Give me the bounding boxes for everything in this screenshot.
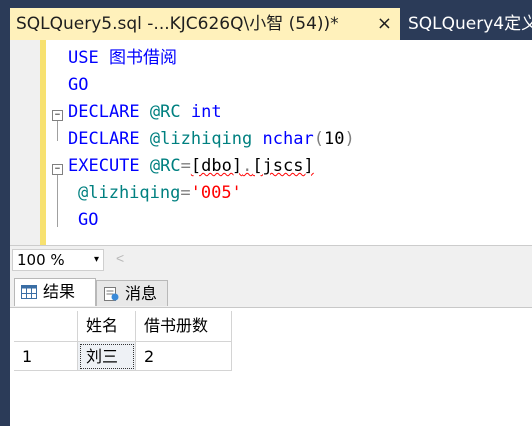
scroll-left-icon[interactable]: < bbox=[116, 250, 124, 266]
grid-icon bbox=[21, 285, 37, 299]
table-cell[interactable]: 刘三 bbox=[78, 342, 136, 371]
zoom-bar: 100 % ▾ < bbox=[10, 245, 532, 274]
tab-title: SQLQuery4定义 bbox=[408, 14, 532, 34]
column-header-count[interactable]: 借书册数 bbox=[136, 311, 232, 342]
zoom-value: 100 % bbox=[17, 251, 65, 269]
code-line-1: USE 图书借阅 bbox=[68, 48, 177, 68]
tab-messages-label: 消息 bbox=[125, 284, 158, 303]
tab-sqlquery5[interactable]: SQLQuery5.sql -...KJC626Q\小智 (54))* × bbox=[10, 8, 400, 40]
document-tab-strip: SQLQuery5.sql -...KJC626Q\小智 (54))* × SQ… bbox=[0, 0, 532, 40]
code-line-2: GO bbox=[68, 75, 89, 95]
column-header-name[interactable]: 姓名 bbox=[78, 311, 136, 342]
close-icon[interactable]: × bbox=[377, 8, 392, 40]
code-line-5: EXECUTE @RC=[dbo].[jscs] bbox=[68, 156, 314, 176]
results-grid: 姓名 借书册数 1 刘三 2 bbox=[10, 307, 532, 426]
row-number[interactable]: 1 bbox=[14, 342, 78, 371]
results-tab-strip: 结果 消息 bbox=[10, 273, 532, 307]
tab-results-label: 结果 bbox=[43, 282, 76, 301]
zoom-dropdown[interactable]: 100 % ▾ bbox=[12, 249, 104, 271]
tab-title: SQLQuery5.sql -...KJC626Q\小智 (54))* bbox=[16, 14, 339, 34]
message-icon bbox=[104, 287, 119, 301]
code-area[interactable]: USE 图书借阅 GO DECLARE @RC int DECLARE @liz… bbox=[46, 40, 532, 245]
tab-messages[interactable]: 消息 bbox=[96, 280, 168, 306]
code-line-6: @lizhiqing='005' bbox=[78, 183, 242, 203]
chevron-down-icon[interactable]: ▾ bbox=[94, 250, 99, 270]
row-header-corner[interactable] bbox=[14, 311, 78, 342]
code-line-4: DECLARE @lizhiqing nchar(10) bbox=[68, 129, 355, 149]
tab-sqlquery4[interactable]: SQLQuery4定义 bbox=[402, 8, 532, 40]
table-cell[interactable]: 2 bbox=[136, 342, 232, 371]
tab-results[interactable]: 结果 bbox=[14, 278, 96, 306]
query-editor[interactable]: − − USE 图书借阅 GO DECLARE @RC int DECLARE … bbox=[10, 40, 532, 245]
editor-gutter bbox=[10, 40, 40, 245]
code-line-7: GO bbox=[78, 210, 99, 230]
code-line-3: DECLARE @RC int bbox=[68, 102, 222, 122]
